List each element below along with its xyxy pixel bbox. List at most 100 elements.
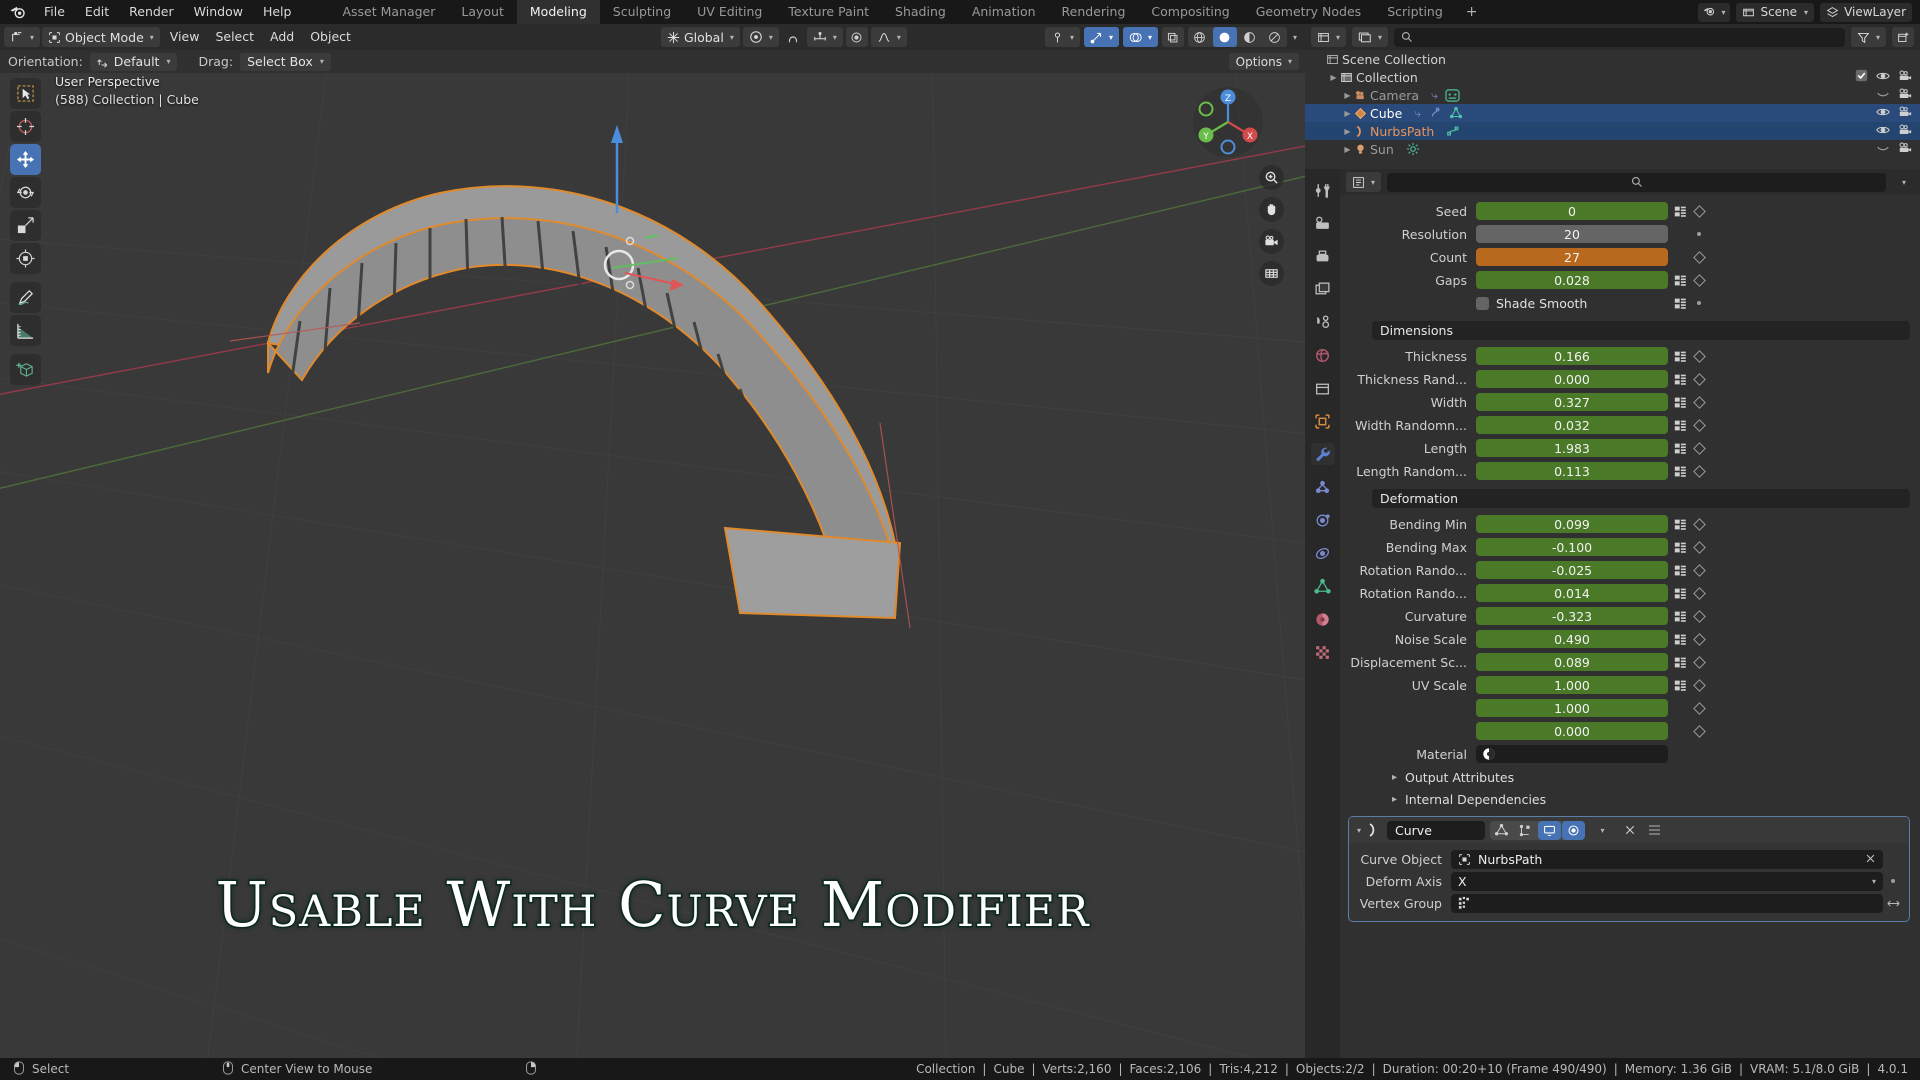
animate-property-icon[interactable]: [1671, 396, 1689, 409]
closed-panel-output-attributes[interactable]: ▸Output Attributes: [1346, 766, 1912, 788]
modifier-row-vertex-group[interactable]: Vertex Group: [1355, 892, 1903, 914]
property-decorator[interactable]: [1689, 253, 1709, 262]
property-value-field[interactable]: 0.089: [1476, 653, 1668, 671]
animate-property-icon[interactable]: [1671, 518, 1689, 531]
closed-panel-internal-dependencies[interactable]: ▸Internal Dependencies: [1346, 788, 1912, 810]
property-row-gaps[interactable]: Gaps0.028: [1346, 269, 1912, 291]
orientation-dropdown[interactable]: Default ▾: [90, 53, 178, 71]
shading-material-preview-icon[interactable]: [1238, 27, 1262, 47]
workspace-tab-asset-manager[interactable]: Asset Manager: [329, 0, 448, 24]
properties-editor-type-icon[interactable]: ▾: [1346, 172, 1381, 192]
outliner-filter-icon[interactable]: ▾: [1851, 27, 1886, 47]
expand-arrow-icon[interactable]: [1313, 53, 1326, 66]
properties-tab-world[interactable]: [1311, 344, 1335, 366]
outliner-row-sun[interactable]: ▶Sun: [1305, 140, 1920, 158]
animate-property-icon[interactable]: [1671, 656, 1689, 669]
render-visibility-icon[interactable]: [1898, 141, 1912, 158]
drag-dropdown[interactable]: Select Box ▾: [240, 53, 331, 71]
animate-property-icon[interactable]: [1671, 633, 1689, 646]
properties-options-icon[interactable]: ▾: [1892, 172, 1914, 192]
workspace-tab-texture-paint[interactable]: Texture Paint: [775, 0, 882, 24]
property-value-field[interactable]: 20: [1476, 225, 1668, 243]
property-value-field[interactable]: 0: [1476, 202, 1668, 220]
property-value-field[interactable]: -0.100: [1476, 538, 1668, 556]
curve-object-field[interactable]: NurbsPath: [1451, 850, 1883, 869]
workspace-tab-uv-editing[interactable]: UV Editing: [684, 0, 775, 24]
add-workspace-button[interactable]: +: [1456, 0, 1488, 24]
viewport-3d[interactable]: User Perspective (588) Collection | Cube: [0, 73, 1305, 1058]
property-row-uv-scale-1[interactable]: 1.000: [1346, 697, 1912, 719]
visibility-eye-icon[interactable]: [1876, 123, 1890, 140]
animate-property-icon[interactable]: [1671, 564, 1689, 577]
animate-property-icon[interactable]: [1671, 541, 1689, 554]
outliner-display-mode-icon[interactable]: ▾: [1352, 27, 1388, 47]
viewport-menu-select[interactable]: Select: [207, 27, 262, 47]
animate-property-icon[interactable]: [1671, 419, 1689, 432]
animate-property-icon[interactable]: [1671, 350, 1689, 363]
visibility-eye-icon[interactable]: [1876, 141, 1890, 158]
properties-tab-particles[interactable]: [1311, 476, 1335, 498]
property-value-field[interactable]: 0.000: [1476, 722, 1668, 740]
animate-property-icon[interactable]: [1671, 679, 1689, 692]
property-decorator[interactable]: [1689, 681, 1709, 690]
clear-object-icon[interactable]: [1865, 852, 1876, 867]
property-decorator[interactable]: [1689, 589, 1709, 598]
tool-transform-icon[interactable]: [10, 243, 41, 274]
property-decorator[interactable]: [1689, 301, 1709, 305]
editor-type-selector[interactable]: ▾: [4, 27, 40, 47]
object-mode-selector[interactable]: Object Mode ▾: [42, 27, 160, 47]
tool-scale-icon[interactable]: [10, 210, 41, 241]
shading-wireframe-icon[interactable]: [1188, 27, 1212, 47]
menu-window[interactable]: Window: [184, 0, 253, 24]
render-visibility-icon[interactable]: [1898, 123, 1912, 140]
proportional-editing-icon[interactable]: [846, 27, 868, 47]
properties-content[interactable]: Seed0Resolution20Count27Gaps0.028 Shade …: [1340, 195, 1920, 1058]
expand-arrow-icon[interactable]: ▶: [1327, 71, 1340, 84]
modifier-on-cage-icon[interactable]: [1490, 821, 1513, 840]
property-row-resolution[interactable]: Resolution20: [1346, 223, 1912, 245]
render-visibility-icon[interactable]: [1898, 105, 1912, 122]
outliner-row-cube[interactable]: ▶Cube⤷: [1305, 104, 1920, 122]
property-value-field[interactable]: 0.490: [1476, 630, 1668, 648]
property-row-noise-scale[interactable]: Noise Scale0.490: [1346, 628, 1912, 650]
property-decorator[interactable]: [1689, 352, 1709, 361]
expand-arrow-icon[interactable]: ▶: [1341, 143, 1354, 156]
property-row-bending-min[interactable]: Bending Min0.099: [1346, 513, 1912, 535]
property-decorator[interactable]: [1689, 727, 1709, 736]
properties-tab-physics[interactable]: [1311, 509, 1335, 531]
property-decorator[interactable]: [1689, 276, 1709, 285]
toggle-vertex-group-icon[interactable]: [1883, 898, 1903, 909]
workspace-tab-compositing[interactable]: Compositing: [1138, 0, 1242, 24]
property-decorator[interactable]: [1689, 543, 1709, 552]
visibility-eye-icon[interactable]: [1876, 87, 1890, 104]
outliner-item-data-icons[interactable]: ⤷: [1431, 88, 1460, 103]
property-decorator[interactable]: [1689, 444, 1709, 453]
dimensions-panel-header[interactable]: Dimensions: [1372, 321, 1910, 340]
modifier-delete-icon[interactable]: [1618, 821, 1641, 840]
property-row-thickness-rand[interactable]: Thickness Rand...0.000: [1346, 368, 1912, 390]
shade-smooth-row[interactable]: Shade Smooth: [1346, 292, 1912, 314]
property-value-field[interactable]: 0.327: [1476, 393, 1668, 411]
property-decorator[interactable]: [1689, 566, 1709, 575]
property-decorator[interactable]: [1689, 704, 1709, 713]
property-row-width-randomn[interactable]: Width Randomn...0.032: [1346, 414, 1912, 436]
property-decorator[interactable]: [1689, 612, 1709, 621]
property-value-field[interactable]: -0.323: [1476, 607, 1668, 625]
outliner-row-collection[interactable]: ▶Collection: [1305, 68, 1920, 86]
property-decorator[interactable]: [1883, 879, 1903, 883]
outliner-search-input[interactable]: [1394, 28, 1845, 47]
property-value-field[interactable]: 1.000: [1476, 699, 1668, 717]
snap-magnet-icon[interactable]: [782, 27, 804, 47]
proportional-falloff-selector[interactable]: ▾: [871, 27, 907, 47]
property-row-width[interactable]: Width0.327: [1346, 391, 1912, 413]
property-row-length-random[interactable]: Length Random...0.113: [1346, 460, 1912, 482]
tool-move-icon[interactable]: [10, 144, 41, 175]
animate-property-icon[interactable]: [1671, 205, 1689, 218]
properties-tab-render[interactable]: [1311, 212, 1335, 234]
property-value-field[interactable]: 0.014: [1476, 584, 1668, 602]
property-row-uv-scale-0[interactable]: UV Scale1.000: [1346, 674, 1912, 696]
orthographic-toggle-icon[interactable]: [1259, 261, 1284, 286]
workspace-tab-layout[interactable]: Layout: [448, 0, 517, 24]
properties-tab-texture[interactable]: [1311, 641, 1335, 663]
menu-edit[interactable]: Edit: [75, 0, 119, 24]
